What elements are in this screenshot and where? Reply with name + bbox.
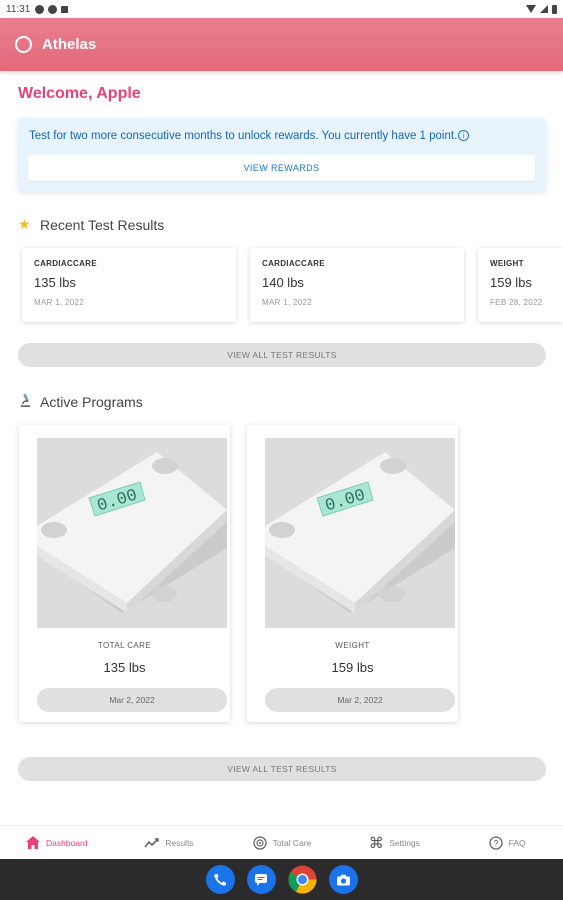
recent-results-heading: ★ Recent Test Results (18, 216, 164, 233)
program-type: WEIGHT (335, 641, 370, 650)
program-date-button[interactable]: Mar 2, 2022 (37, 688, 227, 712)
result-date: MAR 1, 2022 (262, 298, 312, 307)
view-all-results-button[interactable]: VIEW ALL TEST RESULTS (18, 343, 546, 367)
notification-icon (35, 4, 45, 14)
program-card[interactable]: 0.00 TOTAL CARE 135 lbs Mar 2, 2022 (19, 425, 230, 722)
active-programs-heading: Active Programs (18, 393, 143, 411)
nav-results[interactable]: Results (113, 826, 226, 859)
app-title: Athelas (42, 36, 97, 53)
system-dock (0, 859, 563, 900)
wifi-icon (526, 5, 536, 13)
battery-icon (552, 4, 557, 14)
status-indicators (526, 4, 557, 14)
result-date: MAR 1, 2022 (34, 298, 84, 307)
rewards-message: Test for two more consecutive months to … (29, 130, 470, 142)
svg-text:?: ? (493, 838, 498, 848)
info-icon[interactable]: i (458, 130, 470, 141)
home-icon (25, 835, 41, 851)
program-date-button[interactable]: Mar 2, 2022 (265, 688, 455, 712)
result-date: FEB 28, 2022 (490, 298, 543, 307)
command-icon: ⌘ (368, 834, 384, 852)
result-card[interactable]: CARDIACCARE 140 lbs MAR 1, 2022 (250, 248, 464, 322)
trend-icon (144, 835, 160, 851)
scale-image: 0.00 (37, 438, 227, 628)
rewards-message-text: Test for two more consecutive months to … (29, 130, 458, 142)
camera-app-icon[interactable] (328, 865, 358, 894)
program-value: 135 lbs (103, 660, 146, 675)
result-value: 140 lbs (262, 275, 304, 290)
welcome-heading: Welcome, Apple (18, 85, 141, 102)
result-value: 135 lbs (34, 275, 76, 290)
result-type: WEIGHT (490, 259, 524, 268)
status-time: 11:31 (6, 3, 31, 15)
status-bar: 11:31 (0, 0, 563, 18)
notification-icon (61, 5, 69, 13)
scale-image: 0.00 (265, 438, 455, 628)
view-rewards-button[interactable]: VIEW REWARDS (28, 155, 535, 181)
microscope-icon (18, 393, 35, 411)
result-value: 159 lbs (490, 275, 532, 290)
rewards-banner: Test for two more consecutive months to … (18, 118, 546, 191)
phone-app-icon[interactable] (205, 865, 235, 894)
active-programs-title: Active Programs (40, 394, 143, 410)
result-type: CARDIACCARE (262, 259, 325, 268)
target-icon (252, 835, 268, 851)
athelas-logo-icon (15, 36, 32, 53)
program-value: 159 lbs (331, 660, 374, 675)
bottom-nav: Dashboard Results Total Care ⌘ Settings … (0, 825, 563, 859)
nav-label: FAQ (508, 837, 526, 848)
signal-icon (540, 5, 548, 13)
nav-faq[interactable]: ? FAQ (450, 826, 563, 859)
program-card[interactable]: 0.00 WEIGHT 159 lbs Mar 2, 2022 (247, 425, 458, 722)
nav-total-care[interactable]: Total Care (225, 826, 338, 859)
app-bar: Athelas (0, 18, 563, 71)
result-card[interactable]: CARDIACCARE 135 lbs MAR 1, 2022 (22, 248, 236, 322)
notification-icon (48, 4, 58, 14)
result-card[interactable]: WEIGHT 159 lbs FEB 28, 2022 (478, 248, 563, 322)
nav-settings[interactable]: ⌘ Settings (338, 826, 451, 859)
chrome-app-icon[interactable] (287, 865, 317, 894)
nav-label: Total Care (272, 837, 312, 848)
screen: 11:31 Athelas Welcome, Apple Test for tw… (0, 0, 563, 900)
recent-results-title: Recent Test Results (40, 216, 165, 233)
nav-label: Dashboard (46, 837, 88, 848)
nav-label: Settings (389, 837, 420, 848)
nav-label: Results (165, 837, 194, 848)
result-type: CARDIACCARE (34, 259, 97, 268)
messages-app-icon[interactable] (246, 865, 276, 894)
help-icon: ? (488, 835, 504, 851)
star-icon: ★ (18, 216, 31, 232)
view-all-programs-results-button[interactable]: VIEW ALL TEST RESULTS (18, 757, 546, 781)
program-type: TOTAL CARE (97, 641, 152, 650)
nav-dashboard[interactable]: Dashboard (0, 826, 113, 859)
